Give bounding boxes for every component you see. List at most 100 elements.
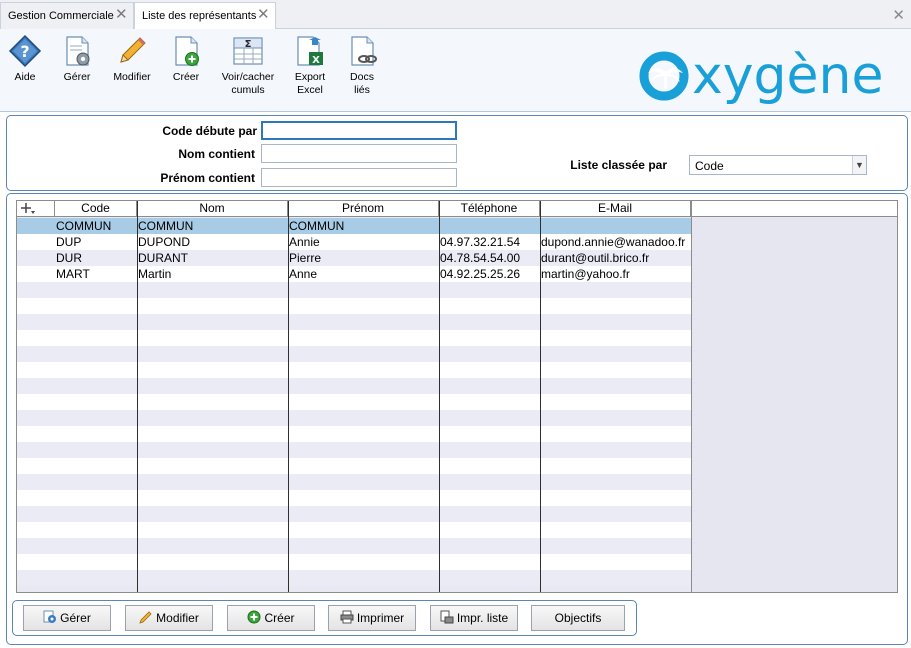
sort-select[interactable]: Code ▼: [689, 155, 867, 175]
empty-table-row: [17, 362, 691, 378]
representatives-table[interactable]: Code Nom Prénom Téléphone E-Mail COMMUN C…: [16, 200, 898, 593]
table-header: Code Nom Prénom Téléphone E-Mail: [17, 201, 897, 217]
tab-label: Liste des représentants: [142, 10, 257, 22]
cell-telephone: 04.78.54.54.00: [440, 251, 521, 265]
table-row[interactable]: DUR DURANT Pierre 04.78.54.54.00 durant@outi…: [17, 250, 691, 266]
grid-panel: Code Nom Prénom Téléphone E-Mail COMMUN C…: [6, 193, 908, 645]
table-row[interactable]: MART Martin Anne 04.92.25.25.26 martin@yahoo…: [17, 266, 691, 282]
column-header-code[interactable]: Code: [55, 201, 137, 217]
column-chooser-icon[interactable]: [17, 201, 55, 217]
empty-table-row: [17, 298, 691, 314]
empty-table-row: [17, 346, 691, 362]
code-filter-input[interactable]: [261, 121, 457, 140]
svg-text:Σ: Σ: [245, 39, 252, 50]
objectifs-button[interactable]: Objectifs: [531, 605, 625, 631]
printer-icon: [340, 610, 354, 624]
empty-table-row: [17, 378, 691, 394]
window-close-icon[interactable]: ✕: [892, 6, 905, 24]
add-icon: [247, 610, 261, 624]
cell-email: [540, 218, 691, 234]
empty-table-row: [17, 570, 691, 586]
cell-prenom: Pierre: [289, 251, 322, 265]
modifier-bottom-button[interactable]: Modifier: [125, 605, 213, 631]
impr-liste-button[interactable]: Impr. liste: [430, 605, 518, 631]
empty-table-row: [17, 330, 691, 346]
chevron-down-icon[interactable]: ▼: [852, 156, 866, 174]
empty-table-row: [17, 442, 691, 458]
cell-prenom: Annie: [289, 235, 320, 249]
pencil-icon: [120, 37, 146, 63]
column-header-prenom[interactable]: Prénom: [288, 201, 439, 217]
creer-button[interactable]: Créer: [168, 34, 204, 84]
column-header-nom[interactable]: Nom: [137, 201, 288, 217]
prenom-filter-label: Prénom contient: [160, 171, 255, 185]
empty-table-row: [17, 410, 691, 426]
cell-telephone: 04.92.25.25.26: [440, 267, 521, 281]
logo-text: xygène: [692, 47, 884, 106]
export-excel-button[interactable]: X Export Excel: [291, 34, 329, 97]
tab-liste-representants[interactable]: Liste des représentants ✕: [134, 2, 276, 30]
document-add-icon: [175, 36, 199, 66]
toolbar: ? Aide Gérer Modifier Créer Σ Voir/cache…: [0, 29, 911, 112]
help-icon: ?: [8, 34, 42, 68]
empty-table-row: [17, 458, 691, 474]
cell-nom: COMMUN: [138, 219, 194, 233]
linked-document-icon: [351, 36, 377, 66]
code-filter-label: Code débute par: [162, 124, 257, 138]
column-divider: [540, 201, 541, 592]
sort-label: Liste classée par: [570, 158, 667, 172]
close-icon[interactable]: ✕: [115, 7, 128, 22]
modifier-button[interactable]: Modifier: [110, 34, 154, 84]
cell-telephone: [439, 218, 540, 234]
nom-filter-input[interactable]: [261, 144, 457, 163]
empty-table-row: [17, 426, 691, 442]
empty-table-row: [17, 522, 691, 538]
sigma-icon: Σ: [233, 37, 263, 65]
document-gear-icon: [66, 36, 90, 66]
oxygene-logo: xygène: [639, 47, 884, 106]
empty-table-row: [17, 490, 691, 506]
cell-email: durant@outil.brico.fr: [541, 251, 650, 265]
cell-prenom: Anne: [289, 267, 318, 281]
empty-table-row: [17, 474, 691, 490]
column-divider: [288, 201, 289, 592]
action-bar: Gérer Modifier Créer Imprimer Impr. list…: [12, 600, 637, 636]
empty-table-row: [17, 506, 691, 522]
table-row[interactable]: DUP DUPOND Annie 04.97.32.21.54 dupond.annie…: [17, 234, 691, 250]
empty-table-row: [17, 314, 691, 330]
table-empty-area: [691, 218, 897, 592]
cell-nom: DURANT: [138, 251, 188, 265]
tab-label: Gestion Commerciale: [8, 10, 114, 22]
pencil-icon: [139, 611, 152, 624]
cell-code: DUR: [56, 251, 82, 265]
aide-button[interactable]: ? Aide: [7, 34, 43, 84]
gerer-bottom-button[interactable]: Gérer: [23, 605, 111, 631]
excel-icon: X: [297, 36, 323, 66]
voir-cacher-cumuls-button[interactable]: Σ Voir/cacher cumuls: [218, 34, 278, 97]
column-header-email[interactable]: E-Mail: [540, 201, 691, 217]
cell-prenom: COMMUN: [289, 219, 345, 233]
cell-code: MART: [56, 267, 90, 281]
table-row[interactable]: COMMUN COMMUN COMMUN: [17, 218, 691, 234]
gear-icon: [43, 610, 57, 623]
empty-table-row: [17, 394, 691, 410]
cell-nom: DUPOND: [138, 235, 191, 249]
sort-select-value: Code: [695, 159, 724, 173]
gerer-button[interactable]: Gérer: [59, 34, 95, 84]
column-divider: [439, 201, 440, 592]
svg-text:X: X: [312, 55, 320, 66]
svg-text:?: ?: [20, 42, 29, 61]
tab-gestion-commerciale[interactable]: Gestion Commerciale ✕: [0, 2, 134, 29]
docs-lies-button[interactable]: Docs liés: [344, 34, 380, 97]
creer-bottom-button[interactable]: Créer: [227, 605, 315, 631]
print-list-icon: [440, 610, 454, 624]
imprimer-button[interactable]: Imprimer: [328, 605, 416, 631]
column-divider: [137, 201, 138, 592]
column-header-telephone[interactable]: Téléphone: [439, 201, 540, 217]
prenom-filter-input[interactable]: [261, 168, 457, 187]
column-divider: [691, 201, 692, 592]
cell-telephone: 04.97.32.21.54: [440, 235, 521, 249]
cell-code: DUP: [56, 235, 82, 249]
empty-table-row: [17, 282, 691, 298]
close-icon[interactable]: ✕: [257, 7, 270, 22]
